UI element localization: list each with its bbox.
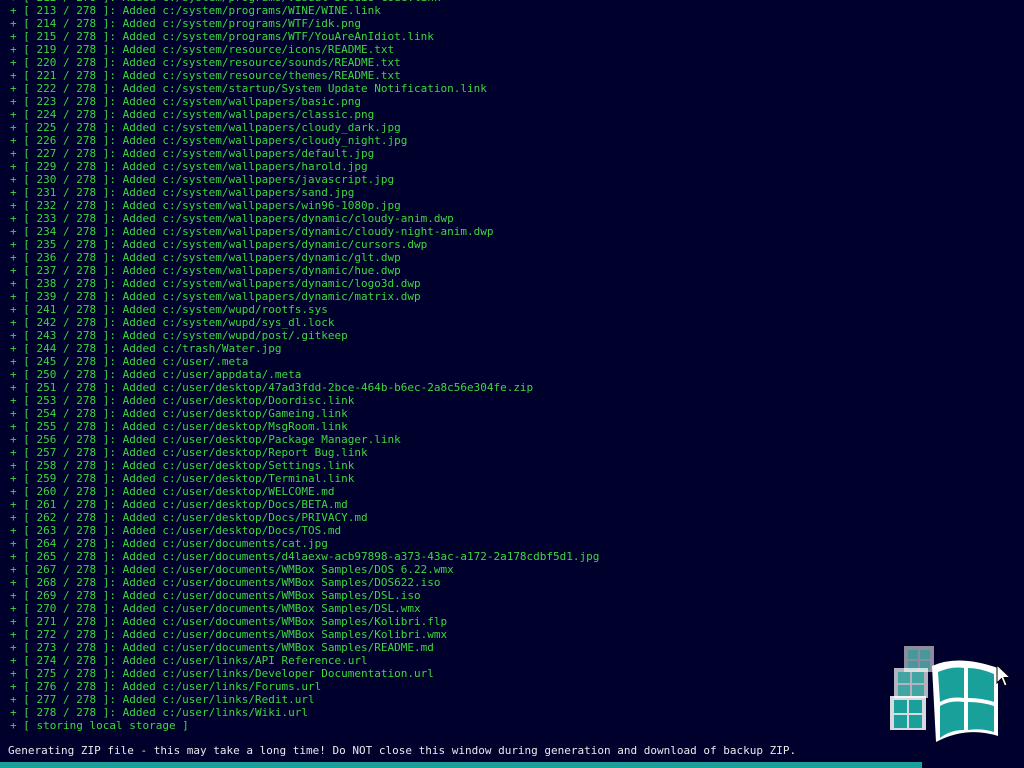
log-line: + [ 236 / 278 ]: Added c:/system/wallpap…: [10, 251, 401, 264]
log-line: + [ 243 / 278 ]: Added c:/system/wupd/po…: [10, 329, 348, 342]
log-line: + [ 225 / 278 ]: Added c:/system/wallpap…: [10, 121, 401, 134]
log-line: + [ 264 / 278 ]: Added c:/user/documents…: [10, 537, 328, 550]
log-line: + [ 230 / 278 ]: Added c:/system/wallpap…: [10, 173, 395, 186]
log-line: + [ 276 / 278 ]: Added c:/user/links/For…: [10, 680, 322, 693]
log-line: + [ 275 / 278 ]: Added c:/user/links/Dev…: [10, 667, 434, 680]
log-line: + [ 233 / 278 ]: Added c:/system/wallpap…: [10, 212, 454, 225]
progress-bar-fill: [0, 762, 922, 768]
log-line: + [ 234 / 278 ]: Added c:/system/wallpap…: [10, 225, 494, 238]
log-line: + [ 222 / 278 ]: Added c:/system/startup…: [10, 82, 487, 95]
log-line: + [ 277 / 278 ]: Added c:/user/links/Red…: [10, 693, 315, 706]
log-line: + [ 238 / 278 ]: Added c:/system/wallpap…: [10, 277, 421, 290]
log-line: + [ 255 / 278 ]: Added c:/user/desktop/M…: [10, 420, 348, 433]
log-line: + [ 239 / 278 ]: Added c:/system/wallpap…: [10, 290, 421, 303]
log-line: + [ 265 / 278 ]: Added c:/user/documents…: [10, 550, 600, 563]
log-line: + [ 267 / 278 ]: Added c:/user/documents…: [10, 563, 454, 576]
log-line: + [ 237 / 278 ]: Added c:/system/wallpap…: [10, 264, 401, 277]
log-line: + [ 215 / 278 ]: Added c:/system/program…: [10, 30, 434, 43]
log-line: + [ 220 / 278 ]: Added c:/system/resourc…: [10, 56, 401, 69]
log-line: + [ 242 / 278 ]: Added c:/system/wupd/sy…: [10, 316, 335, 329]
log-line: + [ 271 / 278 ]: Added c:/user/documents…: [10, 615, 448, 628]
log-line: + [ 226 / 278 ]: Added c:/system/wallpap…: [10, 134, 408, 147]
log-line: + [ 261 / 278 ]: Added c:/user/desktop/D…: [10, 498, 348, 511]
logo-main-window: [932, 660, 998, 742]
log-line: + [ 224 / 278 ]: Added c:/system/wallpap…: [10, 108, 375, 121]
mouse-pointer-icon: [996, 664, 1012, 687]
log-line: + [ 235 / 278 ]: Added c:/system/wallpap…: [10, 238, 428, 251]
backup-log: + [ 212 / 278 ]: Added c:/system/program…: [10, 0, 910, 732]
log-line: + [ 260 / 278 ]: Added c:/user/desktop/W…: [10, 485, 335, 498]
log-line: + [ 274 / 278 ]: Added c:/user/links/API…: [10, 654, 368, 667]
log-line: + [ storing local storage ]: [10, 719, 189, 732]
log-line: + [ 245 / 278 ]: Added c:/user/.meta: [10, 355, 249, 368]
log-line: + [ 259 / 278 ]: Added c:/user/desktop/T…: [10, 472, 355, 485]
status-message: Generating ZIP file - this may take a lo…: [8, 744, 797, 757]
log-line: + [ 250 / 278 ]: Added c:/user/appdata/.…: [10, 368, 302, 381]
log-line: + [ 268 / 278 ]: Added c:/user/documents…: [10, 576, 441, 589]
log-line: + [ 256 / 278 ]: Added c:/user/desktop/P…: [10, 433, 401, 446]
log-line: + [ 244 / 278 ]: Added c:/trash/Water.jp…: [10, 342, 282, 355]
log-line: + [ 231 / 278 ]: Added c:/system/wallpap…: [10, 186, 355, 199]
log-line: + [ 232 / 278 ]: Added c:/system/wallpap…: [10, 199, 401, 212]
logo-trail: [890, 646, 934, 730]
log-line: + [ 258 / 278 ]: Added c:/user/desktop/S…: [10, 459, 355, 472]
log-line: + [ 254 / 278 ]: Added c:/user/desktop/G…: [10, 407, 348, 420]
log-line: + [ 213 / 278 ]: Added c:/system/program…: [10, 4, 381, 17]
log-line: + [ 221 / 278 ]: Added c:/system/resourc…: [10, 69, 401, 82]
log-line: + [ 253 / 278 ]: Added c:/user/desktop/D…: [10, 394, 355, 407]
log-line: + [ 262 / 278 ]: Added c:/user/desktop/D…: [10, 511, 368, 524]
log-line: + [ 257 / 278 ]: Added c:/user/desktop/R…: [10, 446, 368, 459]
log-line: + [ 272 / 278 ]: Added c:/user/documents…: [10, 628, 448, 641]
terminal-screen: + [ 212 / 278 ]: Added c:/system/program…: [0, 0, 1024, 768]
windows96-logo-icon: [890, 646, 998, 742]
log-line: + [ 219 / 278 ]: Added c:/system/resourc…: [10, 43, 395, 56]
log-line: + [ 227 / 278 ]: Added c:/system/wallpap…: [10, 147, 375, 160]
log-line: + [ 229 / 278 ]: Added c:/system/wallpap…: [10, 160, 368, 173]
log-line: + [ 214 / 278 ]: Added c:/system/program…: [10, 17, 361, 30]
log-line: + [ 223 / 278 ]: Added c:/system/wallpap…: [10, 95, 361, 108]
log-line: + [ 263 / 278 ]: Added c:/user/desktop/D…: [10, 524, 342, 537]
log-line: + [ 270 / 278 ]: Added c:/user/documents…: [10, 602, 421, 615]
log-line: + [ 269 / 278 ]: Added c:/user/documents…: [10, 589, 421, 602]
log-line: + [ 251 / 278 ]: Added c:/user/desktop/4…: [10, 381, 534, 394]
log-line: + [ 241 / 278 ]: Added c:/system/wupd/ro…: [10, 303, 328, 316]
progress-bar: [0, 762, 1024, 768]
log-line: + [ 278 / 278 ]: Added c:/user/links/Wik…: [10, 706, 309, 719]
log-line: + [ 273 / 278 ]: Added c:/user/documents…: [10, 641, 434, 654]
